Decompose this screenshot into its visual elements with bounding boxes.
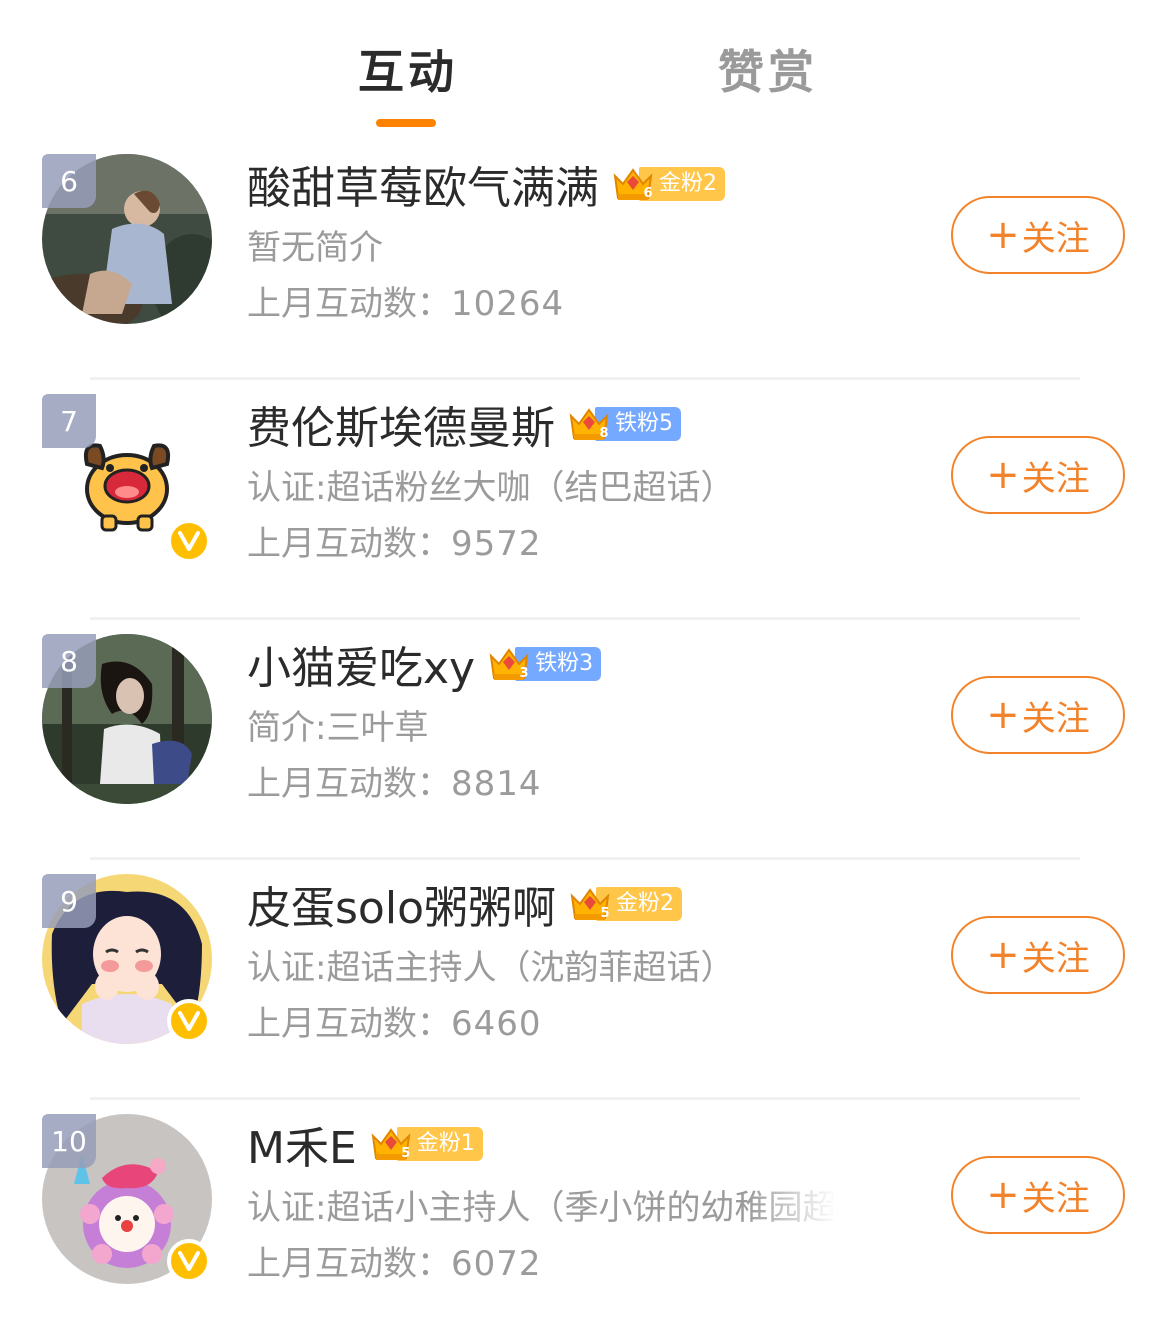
interaction-count-line: 上月互动数：8814 <box>247 756 542 805</box>
fan-row[interactable]: 7 费伦斯埃德曼斯 8 铁粉5 认证:超话粉丝大咖（结巴超话） 上月互动数：95… <box>0 380 1170 620</box>
interaction-count-value: 8814 <box>451 764 542 804</box>
fan-list: 6 酸甜草莓欧气满满 6 金粉2 暂无简介 上月互动数：10264 + 关注 7… <box>0 140 1170 1340</box>
rank-badge: 8 <box>42 634 96 688</box>
fan-row[interactable]: 10 M禾E 5 金粉1 认证:超话小主持人（季小饼的幼稚园超 上月互动数：60… <box>0 1100 1170 1340</box>
fan-level-badge[interactable]: 3 铁粉3 <box>487 644 602 684</box>
fan-name[interactable]: 费伦斯埃德曼斯 <box>247 392 555 456</box>
follow-label: 关注 <box>1021 938 1090 979</box>
follow-button[interactable]: + 关注 <box>951 196 1125 274</box>
fan-level-badge[interactable]: 5 金粉1 <box>369 1124 483 1164</box>
rank-badge: 10 <box>42 1114 96 1168</box>
rank-badge: 7 <box>42 394 96 448</box>
fan-name[interactable]: 酸甜草莓欧气满满 <box>247 152 599 216</box>
verified-badge-icon <box>167 519 211 563</box>
follow-label: 关注 <box>1021 458 1090 499</box>
fan-level-badge[interactable]: 8 铁粉5 <box>567 404 681 444</box>
name-line: 酸甜草莓欧气满满 6 金粉2 <box>247 156 725 214</box>
interaction-count-value: 6460 <box>451 1004 542 1044</box>
fan-level-number: 6 <box>643 186 653 201</box>
interaction-count-line: 上月互动数：9572 <box>247 516 542 565</box>
interaction-count-line: 上月互动数：6460 <box>247 996 542 1045</box>
rank-badge: 6 <box>42 154 96 208</box>
follow-button[interactable]: + 关注 <box>951 1156 1125 1234</box>
follow-label: 关注 <box>1021 218 1090 259</box>
name-line: 皮蛋solo粥粥啊 5 金粉2 <box>247 876 682 934</box>
interaction-count-line: 上月互动数：6072 <box>247 1236 542 1285</box>
plus-icon: + <box>986 1172 1020 1218</box>
plus-icon: + <box>986 692 1020 738</box>
name-line: M禾E 5 金粉1 <box>247 1116 483 1174</box>
interaction-count-label: 上月互动数： <box>247 524 451 564</box>
avatar-container[interactable]: 10 <box>42 1114 212 1284</box>
avatar-container[interactable]: 7 <box>42 394 212 564</box>
fan-description: 认证:超话小主持人（季小饼的幼稚园超 <box>247 1188 837 1228</box>
verified-badge-icon <box>167 1239 211 1283</box>
fan-level-number: 5 <box>600 906 610 921</box>
fan-name[interactable]: 皮蛋solo粥粥啊 <box>247 872 556 936</box>
fan-description: 认证:超话主持人（沈韵菲超话） <box>247 948 735 988</box>
fan-level-badge[interactable]: 6 金粉2 <box>611 164 725 204</box>
fan-name[interactable]: 小猫爱吃xy <box>247 632 475 696</box>
fan-level-number: 8 <box>599 426 609 441</box>
fan-level-badge[interactable]: 5 金粉2 <box>568 884 682 924</box>
fan-description: 认证:超话粉丝大咖（结巴超话） <box>247 468 735 508</box>
plus-icon: + <box>986 452 1020 498</box>
fan-description: 简介:三叶草 <box>247 708 429 748</box>
fan-level-number: 3 <box>519 666 529 681</box>
plus-icon: + <box>986 212 1020 258</box>
name-line: 费伦斯埃德曼斯 8 铁粉5 <box>247 396 681 454</box>
avatar-container[interactable]: 9 <box>42 874 212 1044</box>
follow-label: 关注 <box>1021 698 1090 739</box>
avatar-container[interactable]: 6 <box>42 154 212 324</box>
rank-badge: 9 <box>42 874 96 928</box>
interaction-count-value: 10264 <box>451 284 565 324</box>
fan-row[interactable]: 8 小猫爱吃xy 3 铁粉3 简介:三叶草 上月互动数：8814 + 关注 <box>0 620 1170 860</box>
active-tab-indicator <box>376 119 436 127</box>
verified-badge-icon <box>167 999 211 1043</box>
interaction-count-value: 6072 <box>451 1244 542 1284</box>
interaction-count-label: 上月互动数： <box>247 1004 451 1044</box>
interaction-count-value: 9572 <box>451 524 542 564</box>
tab-interaction[interactable]: 互动 <box>358 36 458 102</box>
follow-button[interactable]: + 关注 <box>951 676 1125 754</box>
fan-level-number: 5 <box>401 1146 411 1161</box>
interaction-count-label: 上月互动数： <box>247 764 451 804</box>
tab-reward[interactable]: 赞赏 <box>718 36 818 102</box>
follow-label: 关注 <box>1021 1178 1090 1219</box>
fan-name[interactable]: M禾E <box>247 1112 357 1176</box>
interaction-count-line: 上月互动数：10264 <box>247 276 564 325</box>
interaction-count-label: 上月互动数： <box>247 284 451 324</box>
fan-description: 暂无简介 <box>247 228 383 268</box>
name-line: 小猫爱吃xy 3 铁粉3 <box>247 636 602 694</box>
interaction-count-label: 上月互动数： <box>247 1244 451 1284</box>
fan-row[interactable]: 6 酸甜草莓欧气满满 6 金粉2 暂无简介 上月互动数：10264 + 关注 <box>0 140 1170 380</box>
follow-button[interactable]: + 关注 <box>951 436 1125 514</box>
follow-button[interactable]: + 关注 <box>951 916 1125 994</box>
avatar-container[interactable]: 8 <box>42 634 212 804</box>
tab-bar: 互动 赞赏 <box>0 0 1170 140</box>
fan-row[interactable]: 9 皮蛋solo粥粥啊 5 金粉2 认证:超话主持人（沈韵菲超话） 上月互动数：… <box>0 860 1170 1100</box>
plus-icon: + <box>986 932 1020 978</box>
